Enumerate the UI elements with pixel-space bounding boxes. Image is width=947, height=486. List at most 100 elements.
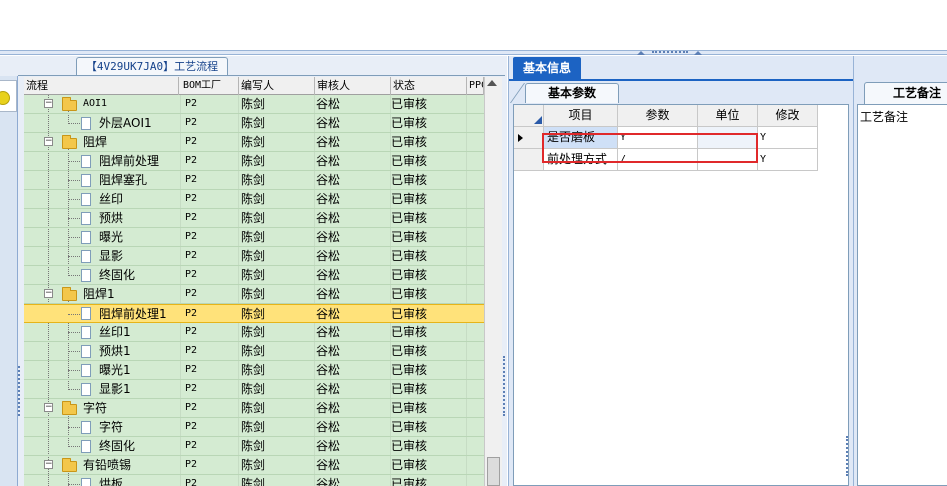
collapsed-item[interactable] — [0, 80, 17, 112]
splitter-collapse-icon[interactable] — [694, 51, 702, 55]
reviewer: 谷松 — [316, 420, 341, 434]
vertical-scrollbar[interactable] — [484, 77, 502, 486]
scroll-up-icon[interactable] — [487, 80, 497, 86]
bom-factory: P2 — [185, 421, 198, 432]
status: 已审核 — [391, 268, 428, 282]
bom-factory: P2 — [185, 308, 198, 319]
document-icon — [81, 307, 91, 320]
resize-handle[interactable] — [503, 356, 507, 416]
collapse-toggle-icon[interactable]: − — [44, 403, 53, 412]
splitter-collapse-icon[interactable] — [637, 51, 645, 55]
tree-row[interactable]: 终固化 P2 陈剑 谷松 已审核 — [24, 266, 484, 285]
reviewer: 谷松 — [316, 307, 341, 321]
tab-process-flow[interactable]: 【4V29UK7JA0】工艺流程 — [76, 57, 228, 75]
highlight-box — [542, 133, 758, 163]
tab-basic-params[interactable]: 基本参数 — [525, 83, 619, 103]
tree-row[interactable]: 烘板 P2 陈剑 谷松 已审核 — [24, 475, 484, 486]
tree-row[interactable]: − 阻焊 P2 陈剑 谷松 已审核 — [24, 133, 484, 152]
tree-row[interactable]: 阻焊前处理 P2 陈剑 谷松 已审核 — [24, 152, 484, 171]
status: 已审核 — [391, 420, 428, 434]
bom-factory: P2 — [185, 326, 198, 337]
remark-area[interactable]: 工艺备注 — [857, 104, 947, 486]
document-icon — [81, 231, 91, 244]
tab-basic-info[interactable]: 基本信息 — [513, 57, 581, 79]
process-name: 阻焊前处理 — [99, 154, 160, 168]
tree-connector — [68, 314, 80, 315]
column-header-ppc[interactable]: PPC — [467, 77, 484, 95]
collapse-toggle-icon[interactable]: − — [44, 137, 53, 146]
tree-row[interactable]: 显影1 P2 陈剑 谷松 已审核 — [24, 380, 484, 399]
splitter-grip-icon[interactable] — [652, 51, 688, 53]
status: 已审核 — [391, 439, 428, 453]
sub-tabstrip: 基本参数 — [509, 81, 850, 103]
collapsed-sidebar[interactable] — [0, 76, 18, 486]
bom-factory: P2 — [185, 231, 198, 242]
tree-row[interactable]: 外层AOI1 P2 陈剑 谷松 已审核 — [24, 114, 484, 133]
tree-row[interactable]: 丝印 P2 陈剑 谷松 已审核 — [24, 190, 484, 209]
param-modify[interactable]: Y — [758, 149, 818, 171]
process-name: 阻焊 — [83, 135, 108, 149]
column-header-item[interactable]: 项目 — [544, 105, 618, 127]
bom-factory: P2 — [185, 345, 198, 356]
tree-row[interactable]: 曝光 P2 陈剑 谷松 已审核 — [24, 228, 484, 247]
column-header-modify[interactable]: 修改 — [758, 105, 818, 127]
folder-icon — [62, 287, 77, 301]
collapse-toggle-icon[interactable]: − — [44, 460, 53, 469]
bom-factory: P2 — [185, 174, 198, 185]
column-header-process[interactable]: 流程 — [24, 77, 179, 95]
collapse-toggle-icon[interactable]: − — [44, 99, 53, 108]
scroll-thumb[interactable] — [487, 457, 500, 486]
writer: 陈剑 — [241, 192, 266, 206]
tree-row[interactable]: − AOI1 P2 陈剑 谷松 已审核 — [24, 95, 484, 114]
process-name: 曝光1 — [99, 363, 131, 377]
document-icon — [81, 250, 91, 263]
writer: 陈剑 — [241, 97, 266, 111]
writer: 陈剑 — [241, 307, 266, 321]
column-header-unit[interactable]: 单位 — [698, 105, 758, 127]
tree-row[interactable]: − 有铅喷锡 P2 陈剑 谷松 已审核 — [24, 456, 484, 475]
tree-row[interactable]: − 阻焊1 P2 陈剑 谷松 已审核 — [24, 285, 484, 304]
tree-row-selected[interactable]: 阻焊前处理1 P2 陈剑 谷松 已审核 — [24, 304, 484, 323]
column-header-status[interactable]: 状态 — [391, 77, 467, 95]
writer: 陈剑 — [241, 325, 266, 339]
collapse-toggle-icon[interactable]: − — [44, 289, 53, 298]
writer: 陈剑 — [241, 439, 266, 453]
tab-process-remark[interactable]: 工艺备注 — [864, 82, 947, 104]
column-header-writer[interactable]: 编写人 — [239, 77, 315, 95]
tree-row[interactable]: 阻焊塞孔 P2 陈剑 谷松 已审核 — [24, 171, 484, 190]
tree-row[interactable]: 预烘 P2 陈剑 谷松 已审核 — [24, 209, 484, 228]
document-icon — [81, 117, 91, 130]
writer: 陈剑 — [241, 477, 266, 486]
reviewer: 谷松 — [316, 439, 341, 453]
process-name: 字符 — [99, 420, 124, 434]
param-modify[interactable]: Y — [758, 127, 818, 149]
process-name: 丝印 — [99, 192, 124, 206]
column-header-reviewer[interactable]: 审核人 — [315, 77, 391, 95]
process-name: 阻焊塞孔 — [99, 173, 148, 187]
resize-handle[interactable] — [18, 366, 23, 416]
row-header[interactable] — [514, 149, 544, 171]
status: 已审核 — [391, 401, 428, 415]
tree-row[interactable]: 显影 P2 陈剑 谷松 已审核 — [24, 247, 484, 266]
tree-connector — [68, 275, 80, 276]
reviewer: 谷松 — [316, 97, 341, 111]
column-header-param[interactable]: 参数 — [618, 105, 698, 127]
tree-row[interactable]: 字符 P2 陈剑 谷松 已审核 — [24, 418, 484, 437]
horizontal-splitter[interactable] — [0, 50, 947, 55]
writer: 陈剑 — [241, 344, 266, 358]
tree-row[interactable]: 曝光1 P2 陈剑 谷松 已审核 — [24, 361, 484, 380]
tree-row[interactable]: 终固化 P2 陈剑 谷松 已审核 — [24, 437, 484, 456]
status: 已审核 — [391, 249, 428, 263]
status: 已审核 — [391, 97, 428, 111]
resize-handle[interactable] — [846, 436, 850, 476]
process-remark-panel: 工艺备注 工艺备注 — [853, 56, 947, 486]
tree-row[interactable]: 丝印1 P2 陈剑 谷松 已审核 — [24, 323, 484, 342]
tree-row[interactable]: 预烘1 P2 陈剑 谷松 已审核 — [24, 342, 484, 361]
bom-factory: P2 — [185, 193, 198, 204]
folder-icon — [62, 135, 77, 149]
reviewer: 谷松 — [316, 458, 341, 472]
bom-factory: P2 — [185, 364, 198, 375]
column-header-bom[interactable]: BOM工厂 — [181, 77, 239, 95]
tree-row[interactable]: − 字符 P2 陈剑 谷松 已审核 — [24, 399, 484, 418]
process-name: 终固化 — [99, 268, 136, 282]
